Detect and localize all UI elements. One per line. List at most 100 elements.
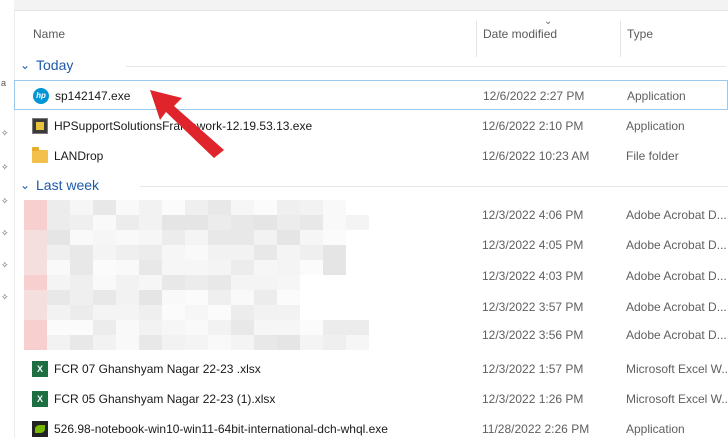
redaction-tile [139, 230, 162, 245]
redaction-tile [277, 245, 300, 260]
redaction-tile [116, 230, 139, 245]
group-header-today[interactable]: ⌄ Today [14, 54, 728, 78]
file-type: Microsoft Excel W... [626, 392, 728, 406]
pin-icon[interactable]: ✧ [1, 162, 9, 172]
nvidia-icon [32, 421, 48, 437]
pin-icon[interactable]: ✧ [1, 292, 9, 302]
redaction-tile [208, 200, 231, 215]
redaction-tile [162, 245, 185, 260]
redaction-tile [139, 200, 162, 215]
file-row-nvidia-driver[interactable]: 526.98-notebook-win10-win11-64bit-intern… [14, 414, 728, 438]
redaction-tile [231, 260, 254, 275]
chevron-down-icon[interactable]: ⌄ [20, 58, 30, 72]
redaction-tile [93, 320, 116, 335]
excel-icon: X [32, 361, 48, 377]
column-header-date-modified[interactable]: Date modified [483, 11, 557, 47]
redaction-tile [47, 200, 70, 215]
redaction-tile [70, 305, 93, 320]
redaction-tile [323, 260, 346, 275]
redaction-tile [162, 200, 185, 215]
redaction-tile [139, 245, 162, 260]
file-date: 12/3/2022 4:06 PM [482, 208, 584, 222]
file-date: 12/3/2022 4:03 PM [482, 269, 584, 283]
redaction-tile [346, 335, 369, 350]
redaction-tile [93, 245, 116, 260]
file-date: 12/3/2022 3:56 PM [482, 328, 584, 342]
redaction-tile [47, 260, 70, 275]
redaction-tile [93, 290, 116, 305]
pin-icon[interactable]: ✧ [1, 260, 9, 270]
redaction-tile [24, 245, 47, 260]
pin-icon[interactable]: ✧ [1, 128, 9, 138]
nav-pane-item-label[interactable]: a [1, 78, 6, 88]
redaction-tile [231, 320, 254, 335]
redaction-tile [231, 335, 254, 350]
column-header-type[interactable]: Type [627, 11, 653, 47]
redaction-tile [300, 200, 323, 215]
chevron-down-icon[interactable]: ⌄ [20, 178, 30, 192]
pin-icon[interactable]: ✧ [1, 228, 9, 238]
file-type: Application [627, 89, 686, 103]
file-date: 12/6/2022 2:10 PM [482, 119, 584, 133]
redaction-tile [47, 290, 70, 305]
redaction-tile [231, 215, 254, 230]
redaction-tile [139, 335, 162, 350]
file-date: 11/28/2022 2:26 PM [482, 422, 590, 436]
file-name: FCR 05 Ghanshyam Nagar 22-23 (1).xlsx [54, 392, 276, 406]
file-type: Application [626, 422, 685, 436]
redaction-tile [24, 305, 47, 320]
pin-icon[interactable]: ✧ [1, 196, 9, 206]
group-label: Last week [36, 177, 100, 193]
redaction-tile [323, 320, 346, 335]
redaction-tile [162, 305, 185, 320]
redaction-tile [300, 320, 323, 335]
redaction-tile [300, 215, 323, 230]
file-row-fcr07[interactable]: X FCR 07 Ghanshyam Nagar 22-23 .xlsx 12/… [14, 354, 728, 384]
redaction-tile [277, 260, 300, 275]
redaction-tile [208, 215, 231, 230]
group-label: Today [36, 57, 74, 73]
redaction-tile [24, 275, 47, 290]
redaction-tile [116, 305, 139, 320]
redaction-tile [231, 230, 254, 245]
setup-exe-icon [32, 118, 48, 134]
redaction-tile [231, 245, 254, 260]
redaction-tile [231, 200, 254, 215]
redaction-tile [254, 305, 277, 320]
column-header-row: Name ⌄ Date modified Type [14, 11, 728, 57]
group-header-last-week[interactable]: ⌄ Last week [14, 174, 728, 198]
redaction-tile [231, 305, 254, 320]
file-date: 12/6/2022 10:23 AM [482, 149, 590, 163]
file-type: Adobe Acrobat D... [626, 269, 727, 283]
redaction-tile [70, 200, 93, 215]
redaction-tile [254, 230, 277, 245]
file-type: Adobe Acrobat D... [626, 300, 727, 314]
column-divider[interactable] [620, 21, 621, 57]
redaction-tile [277, 335, 300, 350]
redaction-tile [116, 260, 139, 275]
redaction-tile [24, 335, 47, 350]
redaction-tile [300, 230, 323, 245]
redaction-tile [116, 290, 139, 305]
redaction-tile [254, 275, 277, 290]
redaction-tile [300, 260, 323, 275]
file-name: FCR 07 Ghanshyam Nagar 22-23 .xlsx [54, 362, 261, 376]
redaction-tile [139, 290, 162, 305]
column-header-name[interactable]: Name [33, 11, 65, 47]
redaction-tile [208, 245, 231, 260]
file-name: sp142147.exe [55, 89, 131, 103]
redaction-tile [139, 305, 162, 320]
redaction-tile [93, 260, 116, 275]
file-row-sp142147[interactable]: hp sp142147.exe 12/6/2022 2:27 PM Applic… [14, 80, 728, 110]
redaction-tile [162, 275, 185, 290]
file-row-landrop[interactable]: LANDrop 12/6/2022 10:23 AM File folder [14, 141, 728, 171]
file-name: 526.98-notebook-win10-win11-64bit-intern… [54, 422, 388, 436]
redaction-tile [93, 230, 116, 245]
column-divider[interactable] [476, 21, 477, 57]
navigation-pane: a ✧ ✧ ✧ ✧ ✧ ✧ [0, 0, 15, 438]
file-row-fcr05[interactable]: X FCR 05 Ghanshyam Nagar 22-23 (1).xlsx … [14, 384, 728, 414]
excel-icon: X [32, 391, 48, 407]
file-row-hpsupportsolutions[interactable]: HPSupportSolutionsFramework-12.19.53.13.… [14, 111, 728, 141]
group-divider [126, 66, 726, 67]
group-divider [140, 186, 728, 187]
